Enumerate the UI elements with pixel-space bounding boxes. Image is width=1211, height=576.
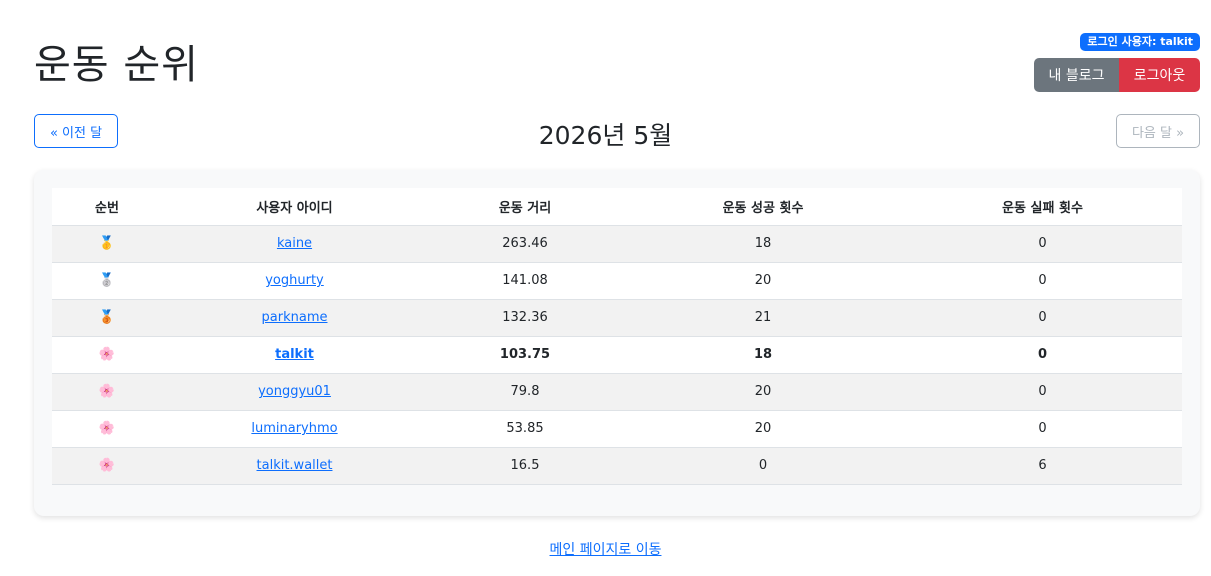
header-button-group: 내 블로그 로그아웃	[1034, 58, 1200, 92]
table-row: 🥈 yoghurty 141.08 20 0	[52, 262, 1182, 300]
header-success-count: 운동 성공 횟수	[623, 188, 903, 226]
user-link[interactable]: yonggyu01	[258, 384, 331, 399]
table-row: 🥇 kaine 263.46 18 0	[52, 225, 1182, 263]
header-fail-count: 운동 실패 횟수	[903, 188, 1182, 226]
blossom-icon: 🌸	[98, 384, 116, 399]
success-cell: 20	[623, 410, 903, 448]
success-cell: 18	[623, 336, 903, 374]
month-title: 2026년 5월	[538, 121, 673, 150]
table-row: 🌸 talkit.wallet 16.5 0 6	[52, 447, 1182, 485]
fail-cell: 0	[903, 410, 1182, 448]
fail-cell: 0	[903, 225, 1182, 263]
next-month-button[interactable]: 다음 달 »	[1116, 114, 1200, 148]
success-cell: 0	[623, 447, 903, 485]
main-page-link[interactable]: 메인 페이지로 이동	[550, 542, 662, 558]
distance-cell: 132.36	[427, 299, 623, 337]
my-blog-button[interactable]: 내 블로그	[1034, 58, 1119, 92]
distance-cell: 263.46	[427, 225, 623, 263]
user-link[interactable]: talkit	[275, 347, 314, 362]
user-link[interactable]: kaine	[277, 236, 312, 251]
table-row: 🌸 luminaryhmo 53.85 20 0	[52, 410, 1182, 448]
header-distance: 운동 거리	[427, 188, 623, 226]
table-row: 🌸 yonggyu01 79.8 20 0	[52, 373, 1182, 411]
table-row-current-user: 🌸 talkit 103.75 18 0	[52, 336, 1182, 374]
success-cell: 20	[623, 262, 903, 300]
fail-cell: 0	[903, 262, 1182, 300]
page-title: 운동 순위	[34, 42, 199, 88]
success-cell: 20	[623, 373, 903, 411]
fail-cell: 6	[903, 447, 1182, 485]
blossom-icon: 🌸	[98, 421, 116, 436]
blossom-icon: 🌸	[98, 347, 116, 362]
header-user-id: 사용자 아이디	[162, 188, 427, 226]
success-cell: 21	[623, 299, 903, 337]
distance-cell: 53.85	[427, 410, 623, 448]
ranking-card: 순번 사용자 아이디 운동 거리 운동 성공 횟수 운동 실패 횟수 🥇 kai…	[34, 170, 1200, 516]
silver-medal-icon: 🥈	[98, 273, 116, 288]
table-row: 🥉 parkname 132.36 21 0	[52, 299, 1182, 337]
success-cell: 18	[623, 225, 903, 263]
distance-cell: 141.08	[427, 262, 623, 300]
user-link[interactable]: parkname	[262, 310, 328, 325]
user-link[interactable]: luminaryhmo	[251, 421, 337, 436]
distance-cell: 16.5	[427, 447, 623, 485]
logout-button[interactable]: 로그아웃	[1119, 58, 1200, 92]
table-header-row: 순번 사용자 아이디 운동 거리 운동 성공 횟수 운동 실패 횟수	[52, 188, 1182, 226]
distance-cell: 79.8	[427, 373, 623, 411]
user-link[interactable]: yoghurty	[265, 273, 324, 288]
user-badge: 로그인 사용자: talkit	[1080, 33, 1200, 51]
blossom-icon: 🌸	[98, 458, 116, 473]
fail-cell: 0	[903, 299, 1182, 337]
distance-cell: 103.75	[427, 336, 623, 374]
gold-medal-icon: 🥇	[98, 236, 116, 251]
bronze-medal-icon: 🥉	[98, 310, 116, 325]
fail-cell: 0	[903, 336, 1182, 374]
header-rank: 순번	[52, 188, 162, 226]
user-link[interactable]: talkit.wallet	[257, 458, 333, 473]
fail-cell: 0	[903, 373, 1182, 411]
ranking-table: 순번 사용자 아이디 운동 거리 운동 성공 횟수 운동 실패 횟수 🥇 kai…	[52, 188, 1182, 485]
main-page-link-wrapper: 메인 페이지로 이동	[0, 539, 1211, 559]
